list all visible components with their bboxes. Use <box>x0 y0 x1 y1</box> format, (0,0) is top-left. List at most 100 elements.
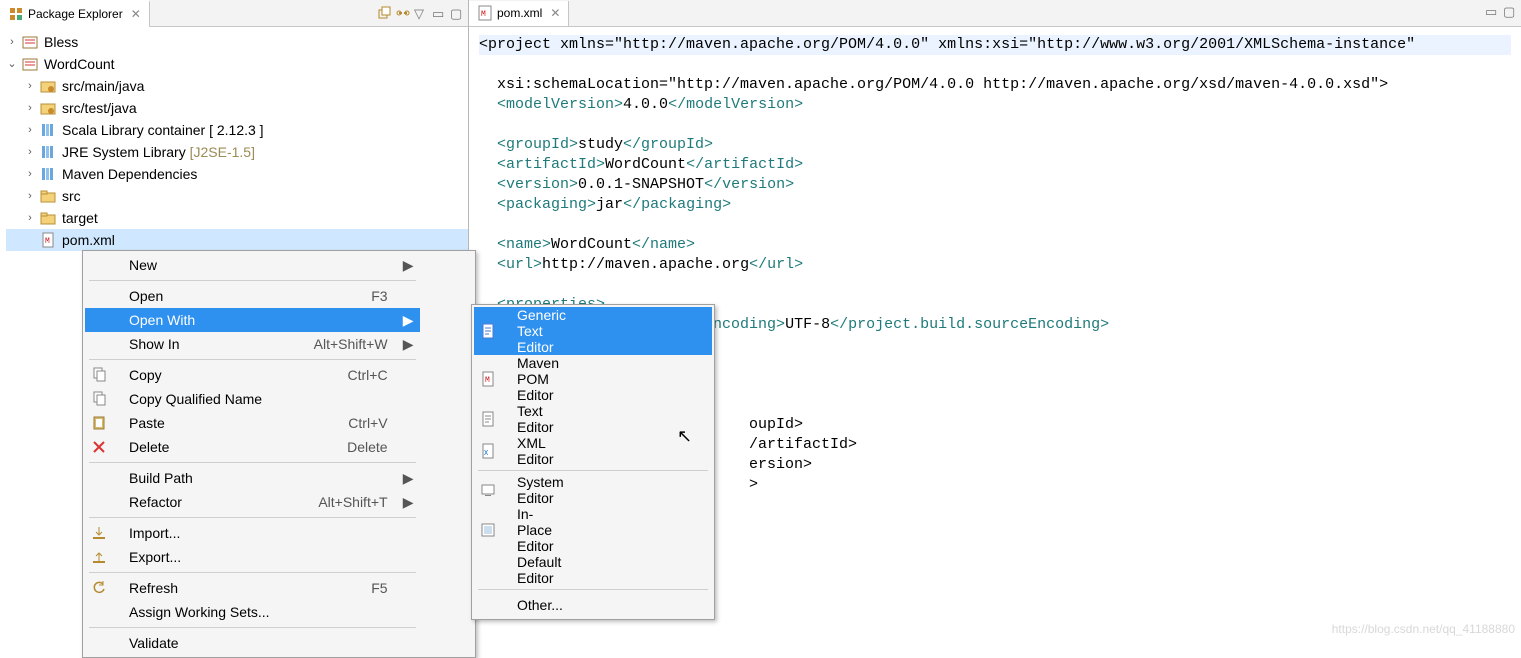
submenu-arrow-icon <box>398 545 420 569</box>
tree-item[interactable]: › JRE System Library [J2SE-1.5] <box>6 141 468 163</box>
view-menu-icon[interactable]: ▽ <box>414 6 428 20</box>
context-menu[interactable]: New▶ OpenF3Open With▶Show InAlt+Shift+W▶ C… <box>82 250 476 658</box>
chevron-right-icon[interactable]: › <box>24 119 36 141</box>
menu-item[interactable]: Show InAlt+Shift+W▶ <box>85 332 420 356</box>
menu-item[interactable]: RefreshF5 <box>85 576 420 600</box>
menu-item[interactable]: Copy Qualified Name <box>85 387 420 411</box>
menu-item[interactable]: Export... <box>85 545 420 569</box>
menu-item[interactable]: PasteCtrl+V <box>85 411 420 435</box>
menu-separator <box>85 277 420 284</box>
explorer-tab-label: Package Explorer <box>28 7 123 21</box>
submenu-arrow-icon <box>398 284 420 308</box>
menu-icon-slot <box>85 253 115 277</box>
chevron-right-icon[interactable]: › <box>24 141 36 163</box>
menu-item[interactable]: Import... <box>85 521 420 545</box>
tree-project-wordcount[interactable]: ⌄ WordCount <box>6 53 468 75</box>
open-with-submenu[interactable]: Generic Text EditorMMaven POM EditorText… <box>471 304 715 620</box>
menu-item-label: In-Place Editor <box>503 506 580 554</box>
tree-item[interactable]: › Scala Library container [ 2.12.3 ] <box>6 119 468 141</box>
menu-item-shortcut <box>284 466 398 490</box>
maximize-icon[interactable]: ▢ <box>1503 4 1517 18</box>
tree-item[interactable]: › src/test/java <box>6 97 468 119</box>
menu-item-shortcut: Alt+Shift+T <box>284 490 398 514</box>
menu-item-shortcut: Alt+Shift+W <box>284 332 398 356</box>
menu-item-label: Open <box>115 284 284 308</box>
maven-file-icon: M <box>477 5 493 21</box>
tree-item[interactable]: ›src <box>6 185 468 207</box>
copy-q-icon <box>85 387 115 411</box>
menu-separator <box>85 356 420 363</box>
menu-item[interactable]: Build Path▶ <box>85 466 420 490</box>
chevron-right-icon[interactable]: › <box>24 97 36 119</box>
menu-item-shortcut <box>580 554 694 586</box>
folder-icon <box>40 188 56 204</box>
menu-item-shortcut <box>284 308 398 332</box>
library-icon <box>40 144 56 160</box>
menu-item[interactable]: CopyCtrl+C <box>85 363 420 387</box>
tree-item[interactable]: Mpom.xml <box>6 229 468 251</box>
menu-item[interactable]: Other... <box>474 593 712 617</box>
chevron-right-icon[interactable]: › <box>24 163 36 185</box>
tree-project-bless[interactable]: › Bless <box>6 31 468 53</box>
inplace-icon <box>474 506 503 554</box>
menu-item-label: Copy Qualified Name <box>115 387 284 411</box>
tree-item-label: target <box>60 207 100 229</box>
chevron-down-icon[interactable]: ⌄ <box>6 53 18 75</box>
close-icon[interactable]: ✕ <box>546 6 560 20</box>
menu-icon-slot <box>85 490 115 514</box>
menu-item-label: Validate <box>115 631 284 655</box>
project-tree[interactable]: › Bless ⌄ WordCount ›src/main/java›src/t… <box>0 27 468 251</box>
svg-text:M: M <box>485 376 490 385</box>
submenu-arrow-icon <box>694 435 712 467</box>
link-editor-icon[interactable] <box>396 6 410 20</box>
submenu-arrow-icon <box>694 593 712 617</box>
collapse-all-icon[interactable] <box>378 6 392 20</box>
maximize-icon[interactable]: ▢ <box>450 6 464 20</box>
scala-project-icon <box>22 34 38 50</box>
menu-item-label: Build Path <box>115 466 284 490</box>
menu-icon-slot <box>474 593 503 617</box>
tree-item[interactable]: ›src/main/java <box>6 75 468 97</box>
minimize-icon[interactable]: ▭ <box>1485 4 1499 18</box>
chevron-right-icon[interactable]: › <box>6 31 18 53</box>
menu-item[interactable]: Assign Working Sets... <box>85 600 420 624</box>
chevron-right-icon[interactable]: › <box>24 185 36 207</box>
menu-item-label: Other... <box>503 593 580 617</box>
menu-item-shortcut: Ctrl+V <box>284 411 398 435</box>
menu-icon-slot <box>85 332 115 356</box>
menu-item-shortcut <box>580 593 694 617</box>
submenu-arrow-icon <box>694 506 712 554</box>
tree-item[interactable]: ›Maven Dependencies <box>6 163 468 185</box>
menu-item[interactable]: Generic Text Editor <box>474 307 712 355</box>
menu-item[interactable]: OpenF3 <box>85 284 420 308</box>
minimize-icon[interactable]: ▭ <box>432 6 446 20</box>
menu-item[interactable]: Open With▶ <box>85 308 420 332</box>
menu-item-shortcut <box>284 387 398 411</box>
tree-item-label: JRE System Library [J2SE-1.5] <box>60 141 257 163</box>
chevron-right-icon[interactable]: › <box>24 75 36 97</box>
chevron-right-icon[interactable]: › <box>24 207 36 229</box>
menu-item[interactable]: MMaven POM Editor <box>474 355 712 403</box>
menu-item-shortcut <box>284 631 398 655</box>
explorer-header: Package Explorer ✕ ▽ ▭ ▢ <box>0 0 468 27</box>
menu-item[interactable]: New▶ <box>85 253 420 277</box>
submenu-arrow-icon <box>398 435 420 459</box>
menu-item[interactable]: Default Editor <box>474 554 712 586</box>
menu-item-shortcut <box>284 253 398 277</box>
submenu-arrow-icon: ▶ <box>398 490 420 514</box>
menu-item[interactable]: Validate <box>85 631 420 655</box>
tree-item-label: Scala Library container [ 2.12.3 ] <box>60 119 266 141</box>
tree-item[interactable]: › target <box>6 207 468 229</box>
menu-item-label: Default Editor <box>503 554 580 586</box>
menu-item[interactable]: DeleteDelete <box>85 435 420 459</box>
tree-item-label: src/test/java <box>60 97 139 119</box>
menu-item[interactable]: In-Place Editor <box>474 506 712 554</box>
menu-item[interactable]: System Editor <box>474 474 712 506</box>
submenu-arrow-icon <box>694 474 712 506</box>
package-explorer-tab[interactable]: Package Explorer ✕ <box>0 0 150 27</box>
editor-tab-pom[interactable]: M pom.xml ✕ <box>469 1 569 26</box>
close-icon[interactable]: ✕ <box>127 7 141 21</box>
maven-icon: M <box>474 355 503 403</box>
menu-item[interactable]: RefactorAlt+Shift+T▶ <box>85 490 420 514</box>
library-icon <box>40 166 56 182</box>
